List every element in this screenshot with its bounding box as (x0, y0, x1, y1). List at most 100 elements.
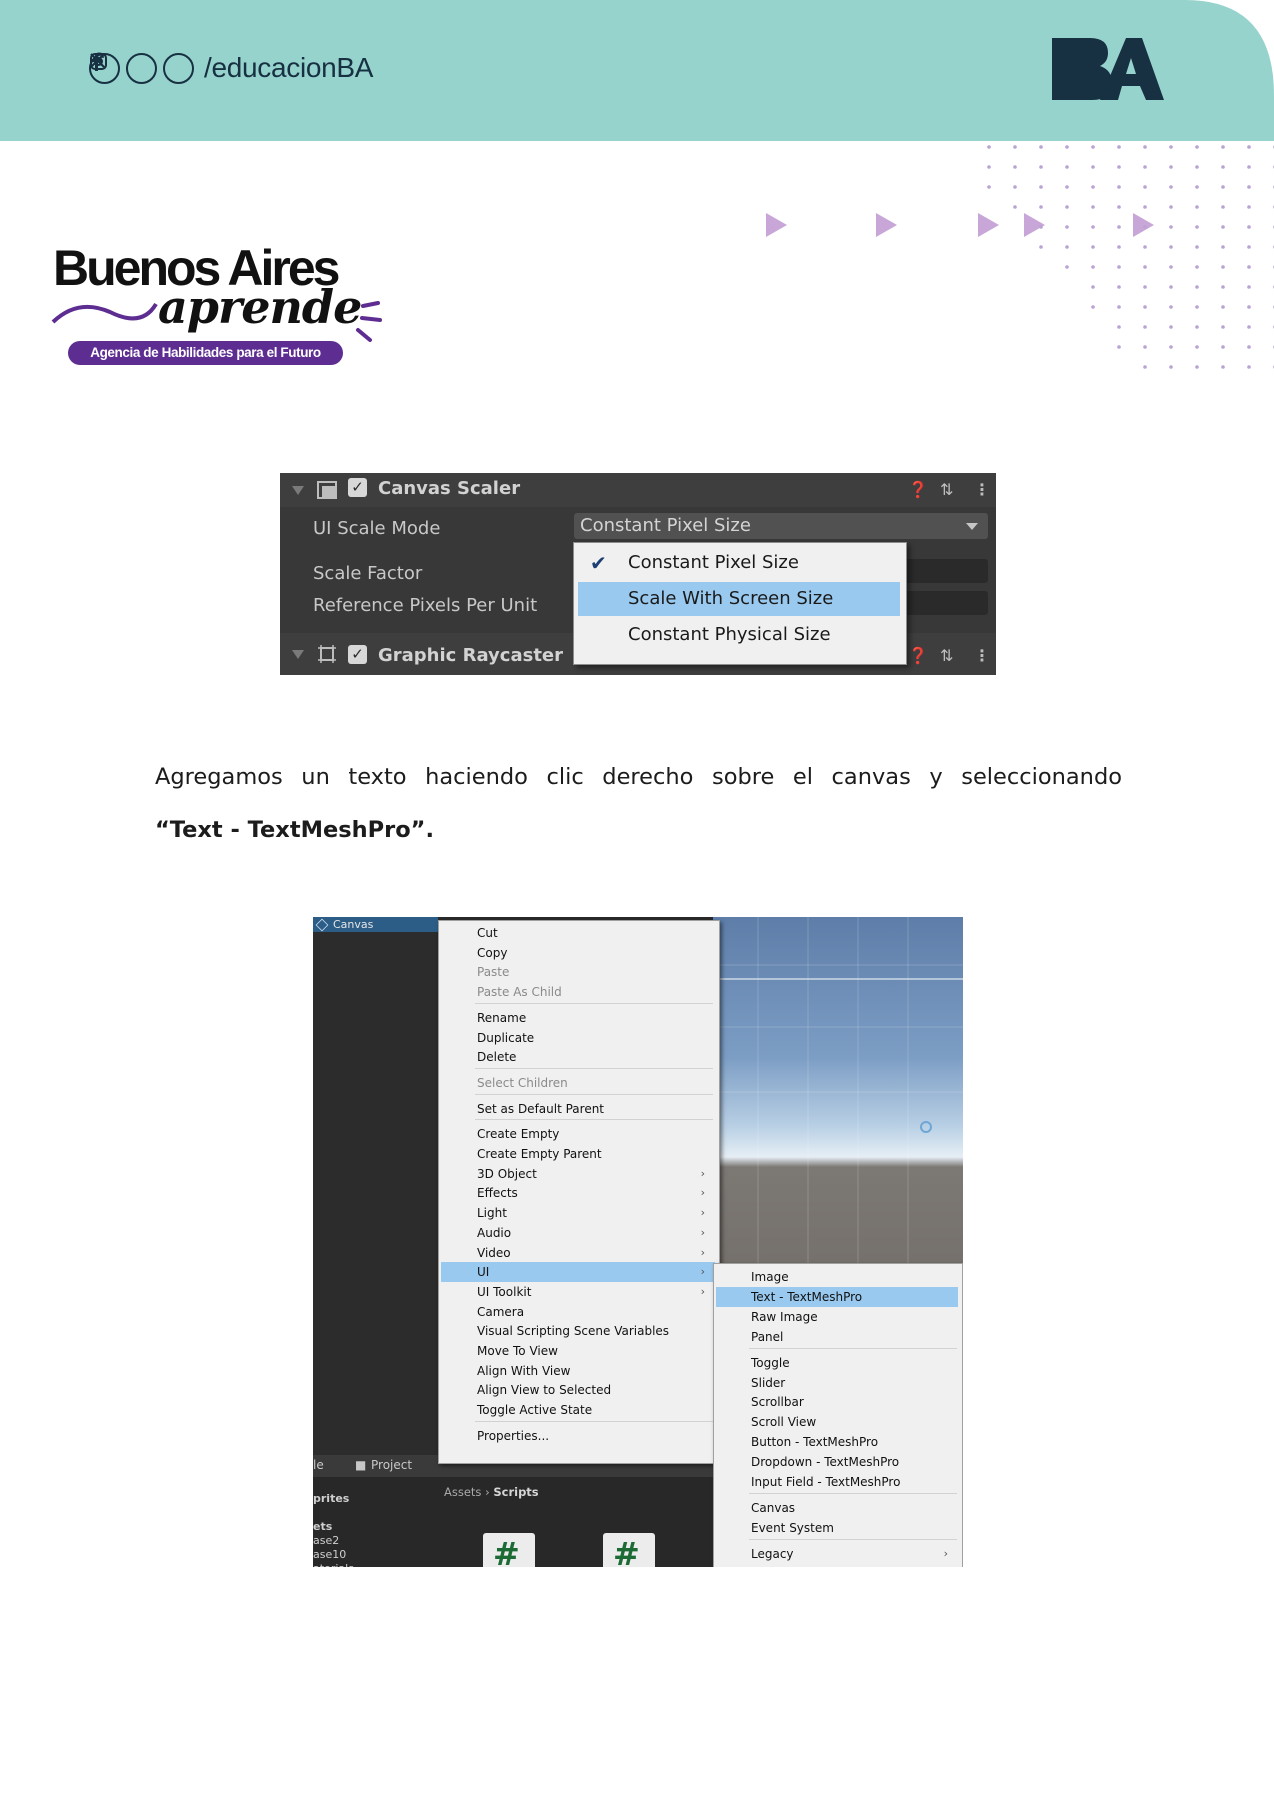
script-file-icon[interactable]: # (483, 1533, 535, 1567)
social-handle[interactable]: /educacionBA (204, 52, 373, 84)
canvas-scaler-icon (317, 481, 337, 499)
submenu-item[interactable]: Legacy › (716, 1544, 958, 1564)
x-icon[interactable] (90, 52, 157, 84)
decorative-dot (1247, 205, 1251, 209)
menu-item-label: Audio (477, 1225, 512, 1240)
decorative-dot (1143, 305, 1147, 309)
enable-checkbox[interactable]: ✓ (348, 645, 367, 664)
submenu-item[interactable]: Button - TextMeshPro (716, 1432, 958, 1452)
decorative-dot (1195, 205, 1199, 209)
help-icon[interactable]: ❓ (908, 480, 928, 499)
folder-item[interactable]: ets (313, 1520, 354, 1534)
submenu-item-label: Toggle (751, 1355, 790, 1370)
decorative-dot (1039, 205, 1043, 209)
preset-icon[interactable]: ⇅ (940, 646, 953, 665)
submenu-item[interactable]: Canvas (716, 1498, 958, 1518)
ui-scale-mode-dropdown[interactable]: Constant Pixel Size (574, 513, 988, 539)
context-menu-item[interactable]: Toggle Active State (441, 1400, 715, 1420)
decorative-dot (1195, 325, 1199, 329)
context-menu-item[interactable]: Visual Scripting Scene Variables (441, 1321, 715, 1341)
submenu-item-label: Text - TextMeshPro (751, 1289, 863, 1304)
context-menu-item: Select Children (441, 1073, 715, 1093)
submenu-item[interactable]: Event System (716, 1518, 958, 1538)
submenu-item[interactable]: Image (716, 1267, 958, 1287)
decorative-dot (1091, 305, 1095, 309)
context-menu-item[interactable]: Audio › (441, 1223, 715, 1243)
submenu-item[interactable]: Dropdown - TextMeshPro (716, 1452, 958, 1472)
tab-project[interactable]: Project (371, 1458, 412, 1472)
decorative-dot (1221, 265, 1225, 269)
decorative-dot (1247, 265, 1251, 269)
submenu-item[interactable]: Raw Image (716, 1307, 958, 1327)
context-menu-item[interactable]: Video › (441, 1243, 715, 1263)
foldout-arrow-icon[interactable] (292, 486, 304, 495)
context-menu-item[interactable]: UI › (441, 1262, 715, 1283)
context-menu-item[interactable]: Align View to Selected (441, 1380, 715, 1400)
context-menu-item[interactable]: Cut (441, 923, 715, 943)
submenu-item-label: Canvas (751, 1500, 796, 1515)
context-menu-item[interactable]: Duplicate (441, 1028, 715, 1048)
folder-item[interactable]: prites (313, 1492, 354, 1506)
menu-separator (475, 1067, 713, 1069)
folder-item[interactable]: ase2 (313, 1534, 354, 1548)
instruction-text: Agregamos un texto haciendo clic derecho… (155, 764, 1122, 790)
decorative-dot (1039, 245, 1043, 249)
foldout-arrow-icon[interactable] (292, 650, 304, 659)
submenu-item[interactable]: Input Field - TextMeshPro (716, 1472, 958, 1492)
menu-option-scale-with-screen-size[interactable]: Scale With Screen Size (578, 582, 900, 616)
context-menu-item[interactable]: Copy (441, 943, 715, 963)
more-icon[interactable]: ⋮ (974, 646, 990, 665)
chevron-right-icon: › (700, 1206, 705, 1220)
decorative-dot (1091, 245, 1095, 249)
context-menu-item[interactable]: Camera (441, 1302, 715, 1322)
menu-option-constant-physical-size[interactable]: Constant Physical Size (578, 618, 900, 652)
submenu-item[interactable]: Panel (716, 1327, 958, 1347)
submenu-item[interactable]: Toggle (716, 1353, 958, 1373)
brand-subtitle: aprende (158, 280, 362, 334)
folder-item[interactable]: aterials (313, 1562, 354, 1567)
menu-separator (749, 1347, 957, 1349)
folder-item[interactable]: ase10 (313, 1548, 354, 1562)
script-file-icon[interactable]: # (603, 1533, 655, 1567)
more-icon[interactable]: ⋮ (974, 480, 990, 499)
context-menu-item[interactable]: Light › (441, 1203, 715, 1223)
context-menu-item[interactable]: Align With View (441, 1361, 715, 1381)
context-menu-item[interactable]: UI Toolkit › (441, 1282, 715, 1302)
decorative-dot (1013, 205, 1017, 209)
context-menu-item[interactable]: Properties... (441, 1426, 715, 1446)
buenos-aires-aprende-logo: Buenos Aires aprende Agencia de Habilida… (50, 240, 390, 370)
submenu-item[interactable]: Slider (716, 1373, 958, 1393)
facebook-icon[interactable] (92, 52, 194, 84)
menu-option-constant-pixel-size[interactable]: ✔ Constant Pixel Size (578, 546, 900, 580)
decorative-dot (1143, 225, 1147, 229)
folder-icon: ■ (355, 1458, 367, 1472)
context-menu-item[interactable]: Rename (441, 1008, 715, 1028)
menu-item-label: Video (477, 1245, 511, 1260)
help-icon[interactable]: ❓ (908, 646, 928, 665)
context-menu-item[interactable]: Effects › (441, 1183, 715, 1203)
breadcrumb-assets[interactable]: Assets (444, 1485, 481, 1499)
decorative-dot (1091, 165, 1095, 169)
decorative-dot (1195, 265, 1199, 269)
enable-checkbox[interactable]: ✓ (348, 478, 367, 497)
submenu-item[interactable]: Scrollbar (716, 1392, 958, 1412)
hierarchy-item-canvas[interactable]: Canvas (313, 917, 438, 932)
menu-item-label: Align View to Selected (477, 1383, 612, 1398)
component-title: Graphic Raycaster (378, 645, 564, 666)
context-menu-item[interactable]: Create Empty Parent (441, 1144, 715, 1164)
submenu-item[interactable]: Text - TextMeshPro (716, 1286, 958, 1307)
ui-submenu: Image Text - TextMeshPro Raw Image Panel Tog… (713, 1263, 963, 1567)
decorative-dot (1169, 265, 1173, 269)
preset-icon[interactable]: ⇅ (940, 480, 953, 499)
context-menu-item[interactable]: Create Empty (441, 1124, 715, 1144)
submenu-item[interactable]: Scroll View (716, 1412, 958, 1432)
menu-separator (475, 1420, 713, 1422)
context-menu-item[interactable]: Set as Default Parent (441, 1099, 715, 1119)
breadcrumb-scripts[interactable]: Scripts (493, 1485, 538, 1499)
canvas-scaler-header[interactable]: ✓ Canvas Scaler ❓ ⇅ ⋮ (280, 473, 996, 507)
context-menu-item[interactable]: Move To View (441, 1341, 715, 1361)
tab-hierarchy[interactable]: le (313, 1458, 324, 1472)
menu-item-label: UI Toolkit (477, 1284, 532, 1299)
context-menu-item[interactable]: Delete (441, 1047, 715, 1067)
context-menu-item[interactable]: 3D Object › (441, 1164, 715, 1184)
